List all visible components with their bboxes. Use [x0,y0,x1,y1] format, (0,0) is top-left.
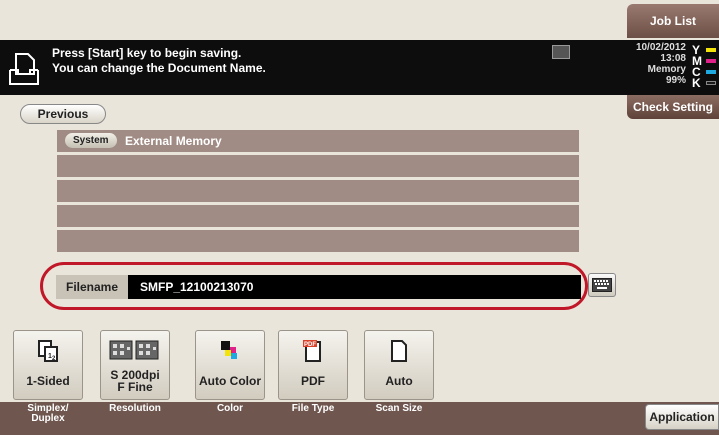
system-badge[interactable]: System [65,133,117,148]
folder-path: External Memory [125,134,222,148]
resolution-value: S 200dpi F Fine [110,368,160,394]
list-item [57,180,579,202]
scan-document-icon [9,53,39,85]
pdf-icon: PDF [303,340,321,362]
color-button[interactable]: Auto Color [195,330,265,400]
resolution-button[interactable]: S 200dpi F Fine [100,330,170,400]
simplex-icon: 1 2 [38,340,58,362]
resolution-category-label: Resolution [109,403,161,414]
list-item[interactable]: System External Memory [57,130,579,152]
message-line-2: You can change the Document Name. [52,61,266,75]
network-status-icon [552,45,570,59]
time-text: 13:08 [660,53,686,64]
toner-bar-y [706,48,716,52]
message-line-1: Press [Start] key to begin saving. [52,46,242,60]
list-item [57,205,579,227]
filename-label: Filename [56,275,128,299]
filename-field[interactable]: SMFP_12100213070 [128,275,581,299]
list-item [57,230,579,252]
check-setting-tab[interactable]: Check Setting [627,95,719,119]
previous-button[interactable]: Previous [20,104,106,124]
message-bar: Press [Start] key to begin saving. You c… [0,40,719,95]
simplex-duplex-button[interactable]: 1 2 1-Sided [13,330,83,400]
keyboard-button[interactable] [588,273,616,297]
simplex-value: 1-Sided [26,374,70,388]
svg-text:PDF: PDF [304,342,316,348]
keyboard-icon [592,278,612,292]
status-panel: 10/02/2012 13:08 Memory 99% [630,42,686,86]
resolution-icon [109,340,159,360]
scan-size-category-label: Scan Size [375,403,423,414]
job-list-tab[interactable]: Job List [627,4,719,38]
scan-size-value: Auto [385,374,413,388]
color-value: Auto Color [199,374,261,388]
file-type-value: PDF [301,374,325,388]
file-type-button[interactable]: PDF PDF [278,330,348,400]
application-button[interactable]: Application [645,404,719,430]
date-text: 10/02/2012 [635,42,686,53]
scan-size-icon [391,340,407,362]
memory-label: Memory [647,64,686,75]
file-type-category-label: File Type [291,403,335,414]
toner-bar-k [706,81,716,85]
toner-letter-k: K [692,76,701,90]
toner-bar-c [706,70,716,74]
toner-bar-m [706,59,716,63]
simplex-category-label: Simplex/ Duplex [27,403,69,424]
list-item [57,155,579,177]
color-icon [221,341,237,359]
memory-value: 99% [665,75,686,86]
scan-size-button[interactable]: Auto [364,330,434,400]
color-category-label: Color [216,403,244,414]
